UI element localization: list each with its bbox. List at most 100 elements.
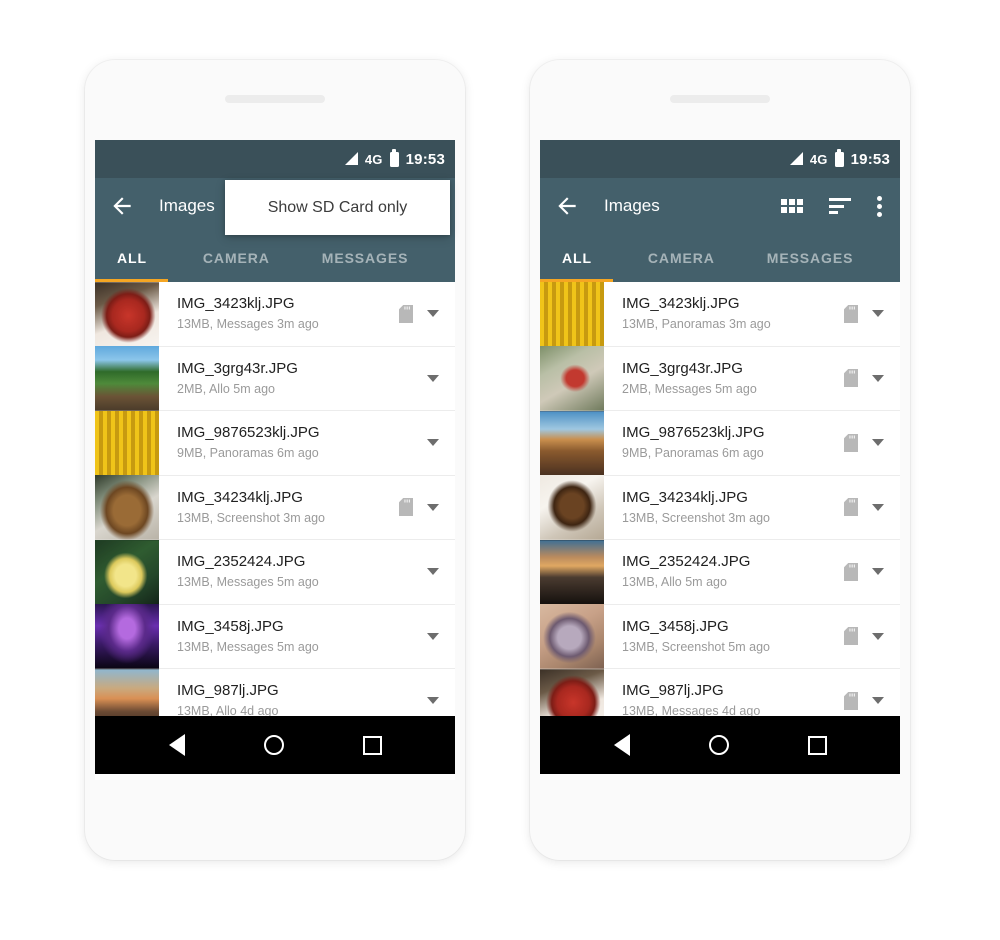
file-name: IMG_34234klj.JPG [622, 488, 748, 506]
expand-caret-icon[interactable] [872, 632, 884, 640]
nav-recents-icon[interactable] [362, 735, 382, 755]
expand-caret-icon[interactable] [427, 310, 439, 318]
file-thumbnail[interactable] [540, 282, 604, 346]
network-type-label: 4G [809, 151, 828, 167]
file-row[interactable]: IMG_34234klj.JPG 13MB, Screenshot 3m ago [95, 475, 455, 540]
file-row[interactable]: IMG_3458j.JPG 13MB, Screenshot 5m ago [540, 604, 900, 669]
file-subtitle: 13MB, Screenshot 3m ago [622, 510, 770, 525]
app-bar-actions [781, 195, 886, 217]
row-actions [828, 498, 900, 517]
file-row[interactable]: IMG_9876523klj.JPG 9MB, Panoramas 6m ago [95, 410, 455, 476]
file-subtitle: 13MB, Panoramas 3m ago [622, 317, 771, 332]
file-list-right[interactable]: IMG_3423klj.JPG 13MB, Panoramas 3m ago IMG… [540, 282, 900, 716]
file-row[interactable]: IMG_987lj.JPG 13MB, Messages 4d ago [540, 668, 900, 716]
tab-messages[interactable]: MESSAGES [767, 250, 854, 266]
file-thumbnail[interactable] [540, 346, 604, 411]
file-row[interactable]: IMG_3grg43r.JPG 2MB, Allo 5m ago [95, 346, 455, 411]
file-name: IMG_3458j.JPG [177, 617, 284, 635]
file-row[interactable]: IMG_3423klj.JPG 13MB, Messages 3m ago [95, 282, 455, 347]
nav-back-icon[interactable] [168, 734, 185, 756]
arrow-back-icon[interactable] [109, 193, 135, 219]
battery-icon [834, 148, 844, 167]
nav-home-icon[interactable] [708, 735, 729, 755]
tooltip-label: Show SD Card only [267, 198, 408, 216]
overflow-menu-icon[interactable] [877, 195, 882, 217]
expand-caret-icon[interactable] [427, 632, 439, 640]
file-row[interactable]: IMG_3423klj.JPG 13MB, Panoramas 3m ago [540, 282, 900, 347]
file-thumbnail[interactable] [95, 282, 159, 346]
file-subtitle: 13MB, Messages 5m ago [177, 575, 319, 590]
sd-card-tooltip: Show SD Card only [225, 180, 450, 235]
file-row[interactable]: IMG_2352424.JPG 13MB, Allo 5m ago [540, 539, 900, 605]
file-subtitle: 13MB, Messages 5m ago [177, 639, 319, 654]
phone-screen-right: 4G 19:53 Images ALL CAMERA MESSAGES IMG_… [540, 140, 900, 780]
screenshot-stage: 4G 19:53 Images ALL CAMERA MESSAGES SCRE… [0, 0, 1000, 940]
file-thumbnail[interactable] [95, 475, 159, 540]
file-row[interactable]: IMG_34234klj.JPG 13MB, Screenshot 3m ago [540, 475, 900, 540]
file-name: IMG_3423klj.JPG [622, 295, 740, 313]
phone-right: 4G 19:53 Images ALL CAMERA MESSAGES IMG_… [530, 60, 910, 860]
expand-caret-icon[interactable] [872, 697, 884, 705]
expand-caret-icon[interactable] [427, 503, 439, 511]
status-bar: 4G 19:53 [95, 140, 455, 178]
file-row[interactable]: IMG_2352424.JPG 13MB, Messages 5m ago [95, 539, 455, 605]
file-name: IMG_3grg43r.JPG [622, 359, 743, 377]
row-actions [383, 627, 455, 645]
android-nav-bar [540, 716, 900, 774]
file-meta: IMG_3423klj.JPG 13MB, Messages 3m ago [159, 294, 383, 333]
file-meta: IMG_2352424.JPG 13MB, Allo 5m ago [604, 552, 828, 591]
nav-back-icon[interactable] [613, 734, 630, 756]
grid-view-icon[interactable] [781, 199, 803, 213]
arrow-back-icon[interactable] [554, 193, 580, 219]
expand-caret-icon[interactable] [427, 374, 439, 382]
file-meta: IMG_3423klj.JPG 13MB, Panoramas 3m ago [604, 294, 828, 333]
expand-caret-icon[interactable] [872, 503, 884, 511]
battery-icon [389, 148, 399, 167]
tab-messages[interactable]: MESSAGES [322, 250, 409, 266]
tab-camera[interactable]: CAMERA [648, 250, 715, 266]
file-meta: IMG_987lj.JPG 13MB, Messages 4d ago [604, 681, 828, 716]
expand-caret-icon[interactable] [872, 568, 884, 576]
file-thumbnail[interactable] [95, 668, 159, 716]
tab-all[interactable]: ALL [117, 250, 147, 266]
nav-recents-icon[interactable] [807, 735, 827, 755]
file-row[interactable]: IMG_9876523klj.JPG 9MB, Panoramas 6m ago [540, 410, 900, 476]
file-meta: IMG_3grg43r.JPG 2MB, Allo 5m ago [159, 359, 383, 398]
expand-caret-icon[interactable] [872, 439, 884, 447]
file-thumbnail[interactable] [540, 668, 604, 716]
file-thumbnail[interactable] [540, 539, 604, 604]
file-row[interactable]: IMG_3grg43r.JPG 2MB, Messages 5m ago [540, 346, 900, 411]
file-row[interactable]: IMG_987lj.JPG 13MB, Allo 4d ago [95, 668, 455, 716]
file-thumbnail[interactable] [95, 410, 159, 475]
sd-card-icon [399, 498, 413, 517]
row-actions [383, 369, 455, 387]
expand-caret-icon[interactable] [872, 310, 884, 318]
file-thumbnail[interactable] [95, 346, 159, 411]
expand-caret-icon[interactable] [872, 374, 884, 382]
expand-caret-icon[interactable] [427, 568, 439, 576]
row-actions [383, 498, 455, 517]
expand-caret-icon[interactable] [427, 697, 439, 705]
file-meta: IMG_3grg43r.JPG 2MB, Messages 5m ago [604, 359, 828, 398]
sd-card-icon [844, 304, 858, 323]
file-name: IMG_987lj.JPG [177, 682, 279, 700]
file-meta: IMG_3458j.JPG 13MB, Screenshot 5m ago [604, 617, 828, 656]
sort-icon[interactable] [829, 198, 851, 214]
file-thumbnail[interactable] [540, 475, 604, 540]
file-list-left[interactable]: IMG_3423klj.JPG 13MB, Messages 3m ago IMG_… [95, 282, 455, 716]
file-thumbnail[interactable] [95, 539, 159, 604]
phone-left: 4G 19:53 Images ALL CAMERA MESSAGES SCRE… [85, 60, 465, 860]
page-title: Images [604, 196, 660, 215]
row-actions [828, 304, 900, 323]
nav-home-icon[interactable] [263, 735, 284, 755]
file-row[interactable]: IMG_3458j.JPG 13MB, Messages 5m ago [95, 604, 455, 669]
tab-bar: ALL CAMERA MESSAGES SCREENSHOT [95, 234, 455, 282]
file-name: IMG_9876523klj.JPG [622, 424, 765, 442]
file-thumbnail[interactable] [95, 604, 159, 669]
tab-all[interactable]: ALL [562, 250, 592, 266]
tab-camera[interactable]: CAMERA [203, 250, 270, 266]
expand-caret-icon[interactable] [427, 439, 439, 447]
file-subtitle: 13MB, Allo 5m ago [622, 575, 727, 590]
file-thumbnail[interactable] [540, 410, 604, 475]
file-thumbnail[interactable] [540, 604, 604, 669]
